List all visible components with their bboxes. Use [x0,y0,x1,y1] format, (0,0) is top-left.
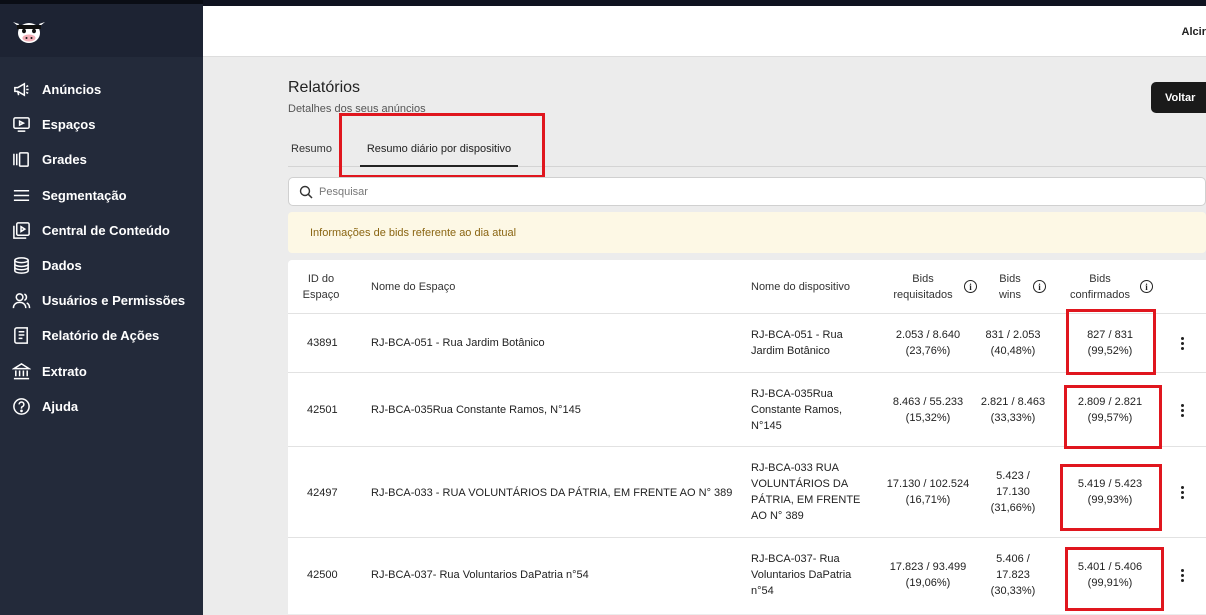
device-name: RJ-BCA-037- Rua Voluntarios DaPatria n°5… [751,553,852,597]
sidebar-item-grades[interactable]: Grades [0,142,203,177]
bids-confirmed: 5.401 / 5.406 (99,91%) [1077,561,1143,589]
sidebar-header [0,0,203,57]
screen-icon [11,115,31,135]
table-header: ID do Espaço Nome do Espaço Nome do disp… [288,260,1206,314]
page-title: Relatórios [288,79,361,96]
header-space-id: ID do Espaço [302,273,340,301]
top-bar: Alcir [203,0,1206,57]
space-id: 43891 [307,337,338,349]
bids-wins: 2.821 / 8.463 (33,33%) [980,396,1046,424]
info-icon[interactable]: i [1033,280,1046,293]
bids-confirmed: 5.419 / 5.423 (99,93%) [1077,478,1143,506]
report-icon [11,326,31,346]
sidebar-item-label: Espaços [42,117,96,133]
bids-confirmed: 827 / 831 (99,52%) [1087,329,1133,357]
tab-resumo[interactable]: Resumo [291,131,332,167]
table-row: 42500 RJ-BCA-037- Rua Voluntarios DaPatr… [288,538,1206,614]
sidebar: Anúncios Espaços Grades Segmentação Cent… [0,0,203,615]
row-menu-icon[interactable] [1175,333,1189,353]
bids-wins: 831 / 2.053 (40,48%) [985,329,1041,357]
bids-requested: 17.130 / 102.524 (16,71%) [886,478,970,506]
sidebar-item-label: Dados [42,258,82,274]
header-device-name: Nome do dispositivo [751,281,851,293]
header-bids-confirmed: Bids confirmados [1070,273,1130,301]
table-row: 42497 RJ-BCA-033 - RUA VOLUNTÁRIOS DA PÁ… [288,447,1206,538]
info-icon[interactable]: i [964,280,977,293]
grid-icon [11,150,31,170]
main-content: Alcir Relatórios Detalhes dos seus anúnc… [203,0,1206,615]
user-name[interactable]: Alcir [1182,26,1206,38]
row-menu-icon[interactable] [1175,482,1189,502]
sidebar-item-relatorio-de-acoes[interactable]: Relatório de Ações [0,318,203,353]
menu-lines-icon [11,185,31,205]
media-library-icon [11,220,31,240]
sidebar-item-label: Ajuda [42,398,79,414]
space-name: RJ-BCA-051 - Rua Jardim Botânico [371,337,545,349]
sidebar-item-label: Extrato [42,363,87,379]
table-row: 43891 RJ-BCA-051 - Rua Jardim Botânico R… [288,314,1206,373]
sidebar-item-ajuda[interactable]: Ajuda [0,389,203,424]
device-name: RJ-BCA-051 - Rua Jardim Botânico [751,329,843,357]
row-menu-icon[interactable] [1175,400,1189,420]
cow-logo-icon[interactable] [12,18,46,46]
sidebar-item-label: Usuários e Permissões [42,293,186,309]
space-name: RJ-BCA-037- Rua Voluntarios DaPatria n°5… [371,569,589,581]
search-bar [288,177,1206,206]
sidebar-item-extrato[interactable]: Extrato [0,354,203,389]
header-bids-wins: Bids wins [998,273,1021,301]
back-button[interactable]: Voltar [1151,82,1206,113]
info-icon[interactable]: i [1140,280,1153,293]
users-icon [11,291,31,311]
device-name: RJ-BCA-035Rua Constante Ramos, N°145 [751,388,843,432]
help-icon [11,396,31,416]
space-name: RJ-BCA-033 - RUA VOLUNTÁRIOS DA PÁTRIA, … [371,487,733,499]
megaphone-icon [11,80,31,100]
bids-table: ID do Espaço Nome do Espaço Nome do disp… [288,260,1206,614]
bank-icon [11,361,31,381]
bids-requested: 17.823 / 93.499 (19,06%) [889,561,967,589]
table-row: 42501 RJ-BCA-035Rua Constante Ramos, N°1… [288,373,1206,447]
bids-wins: 5.423 / 17.130 (31,66%) [990,470,1036,514]
sidebar-item-central-de-conteudo[interactable]: Central de Conteúdo [0,213,203,248]
page-subtitle: Detalhes dos seus anúncios [288,103,426,115]
sidebar-nav: Anúncios Espaços Grades Segmentação Cent… [0,72,203,424]
bids-wins: 5.406 / 17.823 (30,33%) [990,553,1036,597]
sidebar-item-anuncios[interactable]: Anúncios [0,72,203,107]
sidebar-item-dados[interactable]: Dados [0,248,203,283]
row-menu-icon[interactable] [1175,565,1189,585]
device-name: RJ-BCA-033 RUA VOLUNTÁRIOS DA PÁTRIA, EM… [751,462,861,522]
database-icon [11,256,31,276]
sidebar-item-espacos[interactable]: Espaços [0,107,203,142]
space-name: RJ-BCA-035Rua Constante Ramos, N°145 [371,404,581,416]
bids-confirmed: 2.809 / 2.821 (99,57%) [1077,396,1143,424]
header-bids-requested: Bids requisitados [893,273,953,301]
space-id: 42497 [307,487,338,499]
search-icon [299,185,313,199]
tab-resumo-diario-por-dispositivo[interactable]: Resumo diário por dispositivo [360,131,518,167]
sidebar-item-label: Anúncios [42,82,102,98]
sidebar-item-label: Grades [42,152,87,168]
bids-requested: 2.053 / 8.640 (23,76%) [895,329,961,357]
report-tabs: Resumo Resumo diário por dispositivo [288,131,1206,167]
bids-requested: 8.463 / 55.233 (15,32%) [892,396,964,424]
search-input[interactable] [319,182,1179,202]
sidebar-item-segmentacao[interactable]: Segmentação [0,178,203,213]
space-id: 42501 [307,404,338,416]
sidebar-item-label: Central de Conteúdo [42,222,170,238]
sidebar-item-usuarios[interactable]: Usuários e Permissões [0,283,203,318]
info-banner: Informações de bids referente ao dia atu… [288,212,1206,253]
header-space-name: Nome do Espaço [371,281,456,293]
sidebar-item-label: Relatório de Ações [42,328,160,344]
space-id: 42500 [307,569,338,581]
sidebar-item-label: Segmentação [42,187,127,203]
